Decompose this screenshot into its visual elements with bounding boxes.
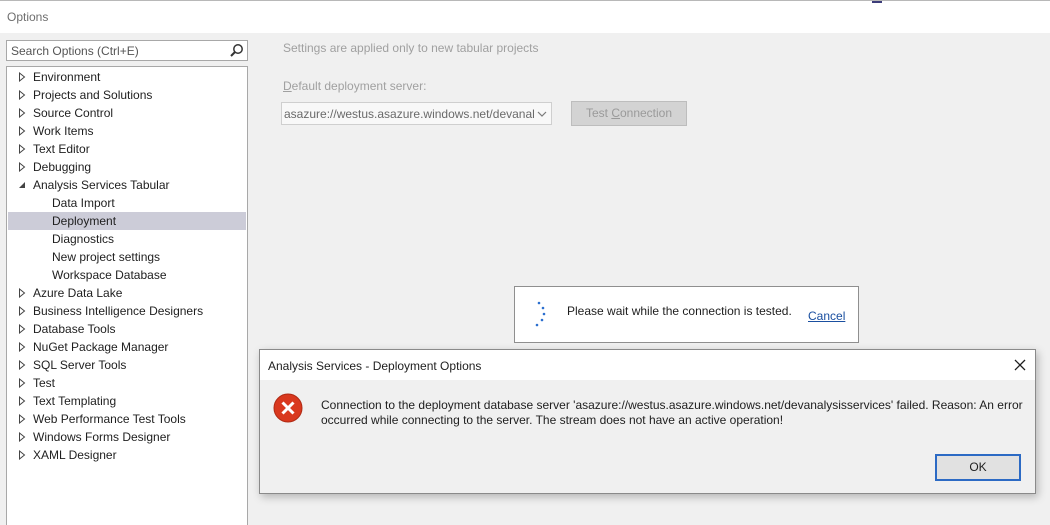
tree-item-label: Source Control — [33, 106, 114, 120]
tree-item-label: Data Import — [52, 196, 115, 210]
tree-item-label: SQL Server Tools — [33, 358, 127, 372]
chevron-down-icon[interactable] — [537, 110, 547, 118]
collapsed-arrow-icon[interactable] — [18, 396, 26, 406]
tree-item[interactable]: SQL Server Tools — [8, 356, 246, 374]
tree-item[interactable]: Workspace Database — [8, 266, 246, 284]
collapsed-arrow-icon[interactable] — [18, 108, 26, 118]
test-button-access-key: C — [611, 106, 620, 120]
collapsed-arrow-icon[interactable] — [18, 450, 26, 460]
tree-item-label: Diagnostics — [52, 232, 115, 246]
tree-item[interactable]: Data Import — [8, 194, 246, 212]
ok-button[interactable]: OK — [935, 454, 1021, 481]
tree-item-label: Debugging — [33, 160, 92, 174]
deployment-server-combobox[interactable]: asazure://westus.asazure.windows.net/dev… — [281, 102, 552, 125]
tree-item[interactable]: Analysis Services Tabular — [8, 176, 246, 194]
tree-item-label: Business Intelligence Designers — [33, 304, 204, 318]
tree-item[interactable]: Database Tools — [8, 320, 246, 338]
collapsed-arrow-icon[interactable] — [18, 360, 26, 370]
tree-item[interactable]: Source Control — [8, 104, 246, 122]
window-title: Options — [7, 10, 49, 24]
tree-item-label: Azure Data Lake — [33, 286, 123, 300]
search-options-input[interactable]: Search Options (Ctrl+E) — [6, 40, 248, 61]
tree-item[interactable]: Text Editor — [8, 140, 246, 158]
cancel-link[interactable]: Cancel — [808, 309, 845, 323]
tree-item-label: XAML Designer — [33, 448, 117, 462]
error-dialog: Analysis Services - Deployment Options C… — [259, 349, 1036, 494]
search-placeholder: Search Options (Ctrl+E) — [11, 44, 139, 58]
expanded-arrow-icon[interactable] — [18, 180, 26, 190]
tree-item-label: Test — [33, 376, 56, 390]
title-bar: Options — [0, 0, 1050, 33]
dialog-title: Analysis Services - Deployment Options — [268, 359, 482, 373]
tree-item[interactable]: Business Intelligence Designers — [8, 302, 246, 320]
tree-item-label: Text Editor — [33, 142, 90, 156]
close-icon[interactable] — [1011, 356, 1029, 374]
server-label-text: efault deployment server: — [291, 79, 427, 93]
tree-item-label: Web Performance Test Tools — [33, 412, 186, 426]
collapsed-arrow-icon[interactable] — [18, 162, 26, 172]
title-bar-accent — [872, 1, 882, 3]
tree-item-label: New project settings — [52, 250, 161, 264]
tree-item[interactable]: XAML Designer — [8, 446, 246, 464]
collapsed-arrow-icon[interactable] — [18, 432, 26, 442]
tree-item[interactable]: Work Items — [8, 122, 246, 140]
tree-item-label: Text Templating — [33, 394, 117, 408]
tree-item-label: NuGet Package Manager — [33, 340, 169, 354]
tree-item-label: Workspace Database — [52, 268, 167, 282]
tree-item[interactable]: Test — [8, 374, 246, 392]
tree-item-label: Analysis Services Tabular — [33, 178, 170, 192]
server-label-access-key: D — [283, 79, 292, 93]
collapsed-arrow-icon[interactable] — [18, 288, 26, 298]
search-icon[interactable] — [229, 43, 244, 58]
collapsed-arrow-icon[interactable] — [18, 324, 26, 334]
tree-item[interactable]: Environment — [8, 68, 246, 86]
tree-item[interactable]: Debugging — [8, 158, 246, 176]
collapsed-arrow-icon[interactable] — [18, 126, 26, 136]
test-button-pre: Test — [585, 106, 612, 120]
dialog-title-bar: Analysis Services - Deployment Options — [260, 350, 1035, 380]
tree-item-label: Work Items — [33, 124, 94, 138]
tree-item-label: Windows Forms Designer — [33, 430, 171, 444]
tree-item-label: Projects and Solutions — [33, 88, 153, 102]
tree-item-label: Environment — [33, 70, 101, 84]
options-tree[interactable]: Environment Projects and Solutions Source … — [6, 66, 248, 525]
spinner-icon — [535, 301, 546, 327]
tree-item-label: Database Tools — [33, 322, 116, 336]
wait-message: Please wait while the connection is test… — [567, 304, 792, 318]
test-connection-button[interactable]: Test Connection — [571, 101, 687, 126]
tree-item[interactable]: Diagnostics — [8, 230, 246, 248]
tree-item[interactable]: Windows Forms Designer — [8, 428, 246, 446]
collapsed-arrow-icon[interactable] — [18, 414, 26, 424]
tree-item[interactable]: Azure Data Lake — [8, 284, 246, 302]
default-server-label: Default deployment server: — [283, 79, 426, 93]
test-button-post: onnection — [619, 106, 673, 120]
collapsed-arrow-icon[interactable] — [18, 144, 26, 154]
connection-test-progress: Please wait while the connection is test… — [514, 286, 859, 343]
tree-item[interactable]: Projects and Solutions — [8, 86, 246, 104]
tree-item[interactable]: New project settings — [8, 248, 246, 266]
tree-item[interactable]: Web Performance Test Tools — [8, 410, 246, 428]
settings-note: Settings are applied only to new tabular… — [283, 41, 539, 55]
tree-item-label: Deployment — [52, 214, 117, 228]
collapsed-arrow-icon[interactable] — [18, 90, 26, 100]
error-icon — [273, 393, 303, 423]
collapsed-arrow-icon[interactable] — [18, 72, 26, 82]
deployment-server-value: asazure://westus.asazure.windows.net/dev… — [284, 107, 534, 121]
tree-item[interactable]: NuGet Package Manager — [8, 338, 246, 356]
collapsed-arrow-icon[interactable] — [18, 342, 26, 352]
tree-item[interactable]: Deployment — [8, 212, 246, 230]
collapsed-arrow-icon[interactable] — [18, 306, 26, 316]
error-message: Connection to the deployment database se… — [321, 398, 1023, 427]
collapsed-arrow-icon[interactable] — [18, 378, 26, 388]
tree-item[interactable]: Text Templating — [8, 392, 246, 410]
